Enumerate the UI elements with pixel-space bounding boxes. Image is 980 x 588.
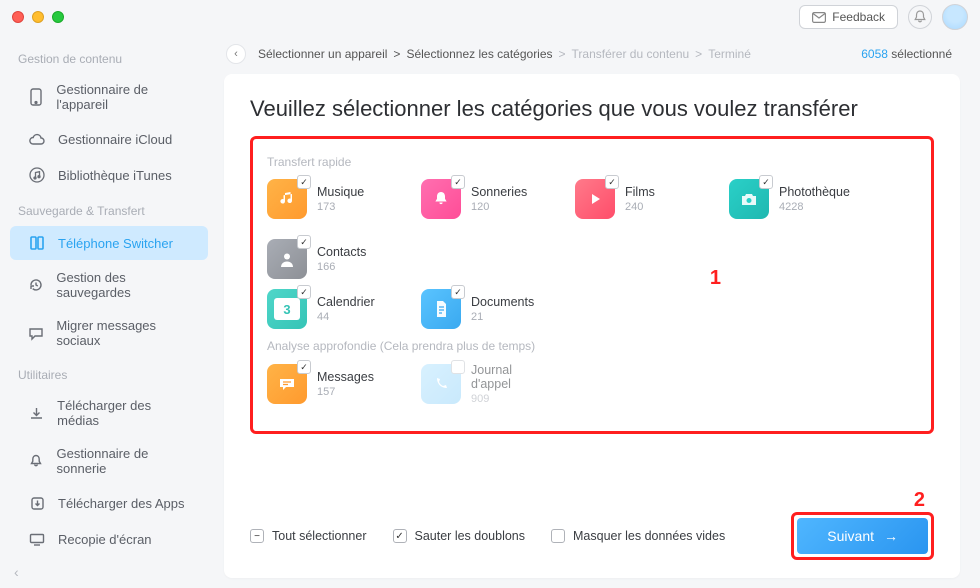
sidebar-item-label: Téléphone Switcher [58, 236, 173, 251]
next-button[interactable]: Suivant → [797, 518, 928, 554]
sidebar-item-phone-switcher[interactable]: Téléphone Switcher [10, 226, 208, 260]
category-films[interactable]: ✓ Films240 [575, 179, 705, 219]
breadcrumb: ‹ Sélectionner un appareil > Sélectionne… [226, 44, 751, 64]
category-call-log[interactable]: Journal d'appel909 [421, 363, 551, 405]
minus-icon: − [250, 529, 264, 543]
hide-empty-checkbox[interactable]: Masquer les données vides [551, 529, 725, 543]
message-icon: ✓ [267, 364, 307, 404]
category-calendar[interactable]: 3✓ Calendrier44 [267, 289, 397, 329]
window-controls [12, 11, 64, 23]
collapse-sidebar-button[interactable]: ‹ [14, 564, 19, 580]
mail-icon [812, 12, 826, 23]
sidebar-item-label: Migrer messages sociaux [56, 318, 190, 348]
checkbox-empty-icon [551, 529, 565, 543]
bell-icon [28, 452, 45, 470]
sidebar-item-label: Gestion des sauvegardes [56, 270, 190, 300]
sidebar-item-label: Télécharger des médias [57, 398, 190, 428]
group-deep-label: Analyse approfondie (Cela prendra plus d… [267, 339, 917, 353]
sidebar-item-ringtone-manager[interactable]: Gestionnaire de sonnerie [10, 438, 208, 484]
category-documents[interactable]: ✓ Documents21 [421, 289, 551, 329]
download-icon [28, 404, 45, 422]
zoom-icon[interactable] [52, 11, 64, 23]
check-icon: ✓ [297, 175, 311, 189]
crumb-step2: Sélectionnez les catégories [406, 47, 552, 61]
sidebar-item-label: Bibliothèque iTunes [58, 168, 172, 183]
crumb-step3: Transférer du contenu [572, 47, 690, 61]
next-highlight: 2 Suivant → [791, 512, 934, 560]
category-music[interactable]: ✓ Musique173 [267, 179, 397, 219]
bell-icon: ✓ [421, 179, 461, 219]
arrow-right-icon: → [884, 528, 898, 544]
back-button[interactable]: ‹ [226, 44, 246, 64]
sidebar-item-icloud-manager[interactable]: Gestionnaire iCloud [10, 122, 208, 156]
annotation-1: 1 [710, 267, 721, 290]
sidebar-item-label: Gestionnaire de l'appareil [56, 82, 190, 112]
phone-icon [421, 364, 461, 404]
sidebar-item-media-download[interactable]: Télécharger des médias [10, 390, 208, 436]
sidebar-head-utils: Utilitaires [0, 358, 218, 388]
group-rapid-label: Transfert rapide [267, 155, 917, 169]
avatar[interactable] [942, 4, 968, 30]
sidebar-head-content: Gestion de contenu [0, 42, 218, 72]
check-icon: ✓ [393, 529, 407, 543]
crumb-step1[interactable]: Sélectionner un appareil [258, 47, 387, 61]
sidebar-item-screen-mirror[interactable]: Recopie d'écran [10, 522, 208, 556]
close-icon[interactable] [12, 11, 24, 23]
switch-icon [28, 234, 46, 252]
feedback-label: Feedback [832, 10, 885, 24]
play-icon: ✓ [575, 179, 615, 219]
sidebar-item-device-manager[interactable]: Gestionnaire de l'appareil [10, 74, 208, 120]
sidebar-item-label: Gestionnaire iCloud [58, 132, 172, 147]
document-icon: ✓ [421, 289, 461, 329]
notifications-button[interactable] [908, 5, 932, 29]
check-icon: ✓ [297, 285, 311, 299]
categories-box: Transfert rapide ✓ Musique173 ✓ Sonnerie… [250, 136, 934, 434]
annotation-2: 2 [914, 489, 925, 512]
category-messages[interactable]: ✓ Messages157 [267, 363, 397, 405]
crumb-step4: Terminé [708, 47, 751, 61]
category-photos[interactable]: ✓ Photothèque4228 [729, 179, 859, 219]
check-icon: ✓ [451, 175, 465, 189]
chat-icon [28, 324, 44, 342]
check-icon: ✓ [759, 175, 773, 189]
skip-duplicates-checkbox[interactable]: ✓ Sauter les doublons [393, 529, 526, 543]
sidebar-item-label: Recopie d'écran [58, 532, 152, 547]
sidebar-head-backup: Sauvegarde & Transfert [0, 194, 218, 224]
sidebar-item-label: Télécharger des Apps [58, 496, 184, 511]
mirror-icon [28, 530, 46, 548]
sidebar-item-social-migrate[interactable]: Migrer messages sociaux [10, 310, 208, 356]
music-note-icon [28, 166, 46, 184]
sidebar: Gestion de contenu Gestionnaire de l'app… [0, 34, 218, 588]
app-download-icon [28, 494, 46, 512]
check-icon: ✓ [605, 175, 619, 189]
check-icon: ✓ [451, 285, 465, 299]
main-panel: Veuillez sélectionner les catégories que… [224, 74, 960, 578]
check-icon: ✓ [297, 235, 311, 249]
selection-count: 6058 sélectionné [861, 47, 952, 61]
camera-icon: ✓ [729, 179, 769, 219]
page-title: Veuillez sélectionner les catégories que… [250, 96, 934, 122]
titlebar: Feedback [0, 0, 980, 34]
minimize-icon[interactable] [32, 11, 44, 23]
select-all-checkbox[interactable]: − Tout sélectionner [250, 529, 367, 543]
sidebar-item-label: Gestionnaire de sonnerie [57, 446, 190, 476]
feedback-button[interactable]: Feedback [799, 5, 898, 29]
music-icon: ✓ [267, 179, 307, 219]
history-icon [28, 276, 44, 294]
calendar-icon: 3✓ [267, 289, 307, 329]
category-contacts[interactable]: ✓ Contacts166 [267, 239, 397, 279]
check-icon: ✓ [297, 360, 311, 374]
phone-icon [28, 88, 44, 106]
check-icon [451, 360, 465, 374]
category-ringtones[interactable]: ✓ Sonneries120 [421, 179, 551, 219]
sidebar-item-itunes-library[interactable]: Bibliothèque iTunes [10, 158, 208, 192]
person-icon: ✓ [267, 239, 307, 279]
sidebar-item-app-download[interactable]: Télécharger des Apps [10, 486, 208, 520]
sidebar-item-backup-manager[interactable]: Gestion des sauvegardes [10, 262, 208, 308]
cloud-icon [28, 130, 46, 148]
